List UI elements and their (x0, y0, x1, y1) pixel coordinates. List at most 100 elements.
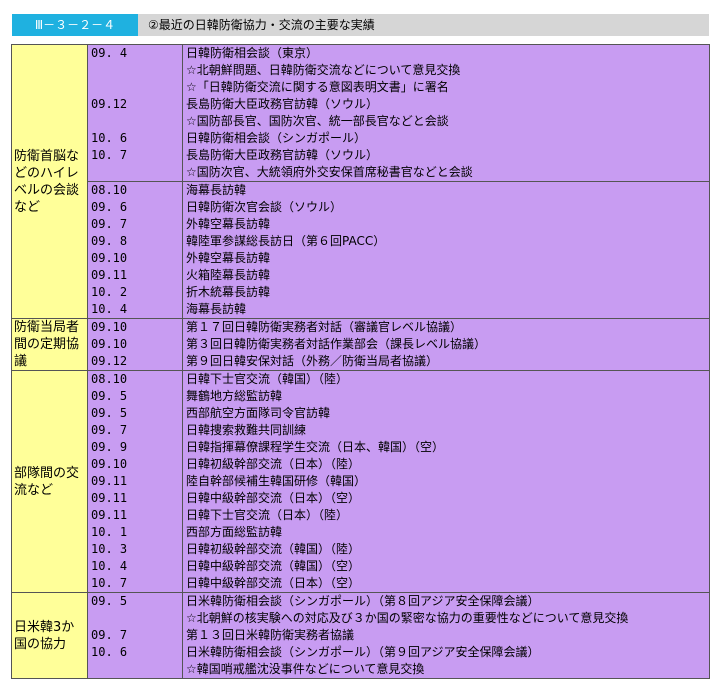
date-cell: 09. 4 (88, 45, 183, 62)
table-row: ☆国防部長官、国防次官、統一部長官などと会談 (88, 113, 709, 130)
event-cell: 西部航空方面隊司令官訪韓 (183, 405, 709, 422)
date-cell (88, 62, 183, 79)
date-cell: 09.10 (88, 319, 183, 336)
table-row: 10. 7 長島防衛大臣政務官訪韓（ソウル） (88, 147, 709, 164)
table-row: 09.10 第３回日韓防衛実務者対話作業部会（課長レベル協議） (88, 336, 709, 353)
event-cell: 舞鶴地方総監訪韓 (183, 388, 709, 405)
row-block: 09.10 第１７回日韓防衛実務者対話（審議官レベル協議） 09.10 第３回日韓防衛… (88, 319, 709, 370)
table-row: 08.10 日韓下士官交流（韓国）（陸） (88, 371, 709, 388)
event-cell: 西部方面総監訪韓 (183, 524, 709, 541)
event-cell: 外韓空幕長訪韓 (183, 250, 709, 267)
event-cell: ☆「日韓防衛交流に関する意図表明文書」に署名 (183, 79, 709, 96)
table-row: 09. 5 西部航空方面隊司令官訪韓 (88, 405, 709, 422)
event-cell: 日韓指揮幕僚課程学生交流（日本、韓国）（空） (183, 439, 709, 456)
event-cell: 長島防衛大臣政務官訪韓（ソウル） (183, 147, 709, 164)
table-row: 10. 7 日韓中級幹部交流（日本）（空） (88, 575, 709, 592)
event-cell: 日韓初級幹部交流（韓国）（陸） (183, 541, 709, 558)
date-cell: 10. 4 (88, 301, 183, 318)
date-cell: 09.12 (88, 96, 183, 113)
date-cell: 09. 7 (88, 216, 183, 233)
event-cell: 日韓下士官交流（日本）（陸） (183, 507, 709, 524)
event-cell: 日韓防衛相会談（東京） (183, 45, 709, 62)
date-cell: 09. 8 (88, 233, 183, 250)
category-label: 防衛当局者 間の定期協議 (12, 319, 88, 370)
table-row: 09.11 日韓中級幹部交流（日本）（空） (88, 490, 709, 507)
event-cell: 陸自幹部候補生韓国研修（韓国） (183, 473, 709, 490)
category-label: 防衛首脳な どのハイレ ベルの会談 など (12, 45, 88, 318)
table-row: 09.11 火箱陸幕長訪韓 (88, 267, 709, 284)
event-cell: 日韓防衛相会談（シンガポール） (183, 130, 709, 147)
event-cell: 日韓中級幹部交流（日本）（空） (183, 575, 709, 592)
date-cell: 09. 9 (88, 439, 183, 456)
date-cell: 09.11 (88, 507, 183, 524)
date-cell: 08.10 (88, 182, 183, 199)
event-cell: 外韓空幕長訪韓 (183, 216, 709, 233)
category-label-line: 日米韓3か (14, 619, 75, 635)
table-row: 10. 3 日韓初級幹部交流（韓国）（陸） (88, 541, 709, 558)
event-cell: ☆国防部長官、国防次官、統一部長官などと会談 (183, 113, 709, 130)
category-label-line: ベルの会談 (14, 182, 80, 198)
event-cell: 日韓中級幹部交流（韓国）（空） (183, 558, 709, 575)
category-label-line: どのハイレ (14, 165, 79, 181)
table-row: 09.10 第１７回日韓防衛実務者対話（審議官レベル協議） (88, 319, 709, 336)
date-cell: 10. 4 (88, 558, 183, 575)
row-block: 09. 5 日米韓防衛相会談（シンガポール）（第８回アジア安全保障会議） ☆北朝鮮の… (88, 593, 709, 678)
row-block: 08.10 海幕長訪韓 09. 6 日韓防衛次官会談（ソウル） 09. 7 外韓空幕長訪韓… (88, 182, 709, 318)
category-group: 防衛当局者 間の定期協議 09.10 第１７回日韓防衛実務者対話（審議官レベル協議） 0… (11, 319, 710, 371)
table-row: ☆「日韓防衛交流に関する意図表明文書」に署名 (88, 79, 709, 96)
table-row: 09.12 第９回日韓安保対話（外務／防衛当局者協議） (88, 353, 709, 370)
table-row: 10. 4 日韓中級幹部交流（韓国）（空） (88, 558, 709, 575)
event-cell: 第１７回日韓防衛実務者対話（審議官レベル協議） (183, 319, 709, 336)
date-cell (88, 79, 183, 96)
category-group: 部隊間の交 流など 08.10 日韓下士官交流（韓国）（陸） 09. 5 舞鶴地方総監訪韓… (11, 371, 710, 593)
table-row: 09. 5 日米韓防衛相会談（シンガポール）（第８回アジア安全保障会議） (88, 593, 709, 610)
category-label-line: 部隊間の交 (14, 465, 80, 481)
event-cell: 日韓下士官交流（韓国）（陸） (183, 371, 709, 388)
table-row: 09.10 外韓空幕長訪韓 (88, 250, 709, 267)
date-cell (88, 164, 183, 181)
date-cell: 09.11 (88, 473, 183, 490)
event-cell: 韓陸軍参謀総長訪日（第６回PACC） (183, 233, 709, 250)
date-cell: 09. 6 (88, 199, 183, 216)
table-row: ☆北朝鮮の核実験への対応及び３か国の緊密な協力の重要性などについて意見交換 (88, 610, 709, 627)
date-cell: 08.10 (88, 371, 183, 388)
date-cell: 09.10 (88, 456, 183, 473)
category-label-line: 間の定期協 (14, 337, 80, 352)
table-row: 09. 7 日韓捜索救難共同訓練 (88, 422, 709, 439)
category-label-line: 防衛首脳な (14, 148, 80, 164)
table-row: 09. 7 第１３回日米韓防衛実務者協議 (88, 627, 709, 644)
event-cell: 第１３回日米韓防衛実務者協議 (183, 627, 709, 644)
section-code: Ⅲ－３－２－４ (12, 14, 138, 36)
event-cell: 折木統幕長訪韓 (183, 284, 709, 301)
date-cell (88, 610, 183, 627)
date-cell: 09.11 (88, 490, 183, 507)
table-row: 09. 6 日韓防衛次官会談（ソウル） (88, 199, 709, 216)
date-cell: 10. 6 (88, 644, 183, 661)
category-label: 日米韓3か 国の協力 (12, 593, 88, 678)
event-cell: 海幕長訪韓 (183, 301, 709, 318)
table-row: 10. 1 西部方面総監訪韓 (88, 524, 709, 541)
date-cell: 10. 7 (88, 147, 183, 164)
row-block: 09. 4 日韓防衛相会談（東京） ☆北朝鮮問題、日韓防衛交流などについて意見交換 ☆… (88, 45, 709, 182)
date-cell: 09.12 (88, 353, 183, 370)
date-cell: 09.11 (88, 267, 183, 284)
exchange-table: 防衛首脳な どのハイレ ベルの会談 など 09. 4 日韓防衛相会談（東京） ☆北朝鮮問題、… (11, 44, 710, 679)
table-row: 10. 6 日米韓防衛相会談（シンガポール）（第９回アジア安全保障会議） (88, 644, 709, 661)
event-cell: 日韓中級幹部交流（日本）（空） (183, 490, 709, 507)
table-row: 08.10 海幕長訪韓 (88, 182, 709, 199)
table-row: ☆国防次官、大統領府外交安保首席秘書官などと会談 (88, 164, 709, 181)
table-title: ②最近の日韓防衛協力・交流の主要な実績 (138, 14, 709, 36)
category-group: 防衛首脳な どのハイレ ベルの会談 など 09. 4 日韓防衛相会談（東京） ☆北朝鮮問題、… (11, 44, 710, 319)
date-cell: 09.10 (88, 250, 183, 267)
table-row: ☆北朝鮮問題、日韓防衛交流などについて意見交換 (88, 62, 709, 79)
date-cell: 10. 7 (88, 575, 183, 592)
table-row: 09.11 日韓下士官交流（日本）（陸） (88, 507, 709, 524)
table-row: 09.12 長島防衛大臣政務官訪韓（ソウル） (88, 96, 709, 113)
date-cell: 09. 5 (88, 405, 183, 422)
event-cell: 日韓初級幹部交流（日本）（陸） (183, 456, 709, 473)
event-cell: ☆韓国哨戒艦沈没事件などについて意見交換 (183, 661, 709, 678)
event-cell: ☆北朝鮮問題、日韓防衛交流などについて意見交換 (183, 62, 709, 79)
table-row: 10. 4 海幕長訪韓 (88, 301, 709, 318)
table-row: 10. 6 日韓防衛相会談（シンガポール） (88, 130, 709, 147)
event-cell: 火箱陸幕長訪韓 (183, 267, 709, 284)
